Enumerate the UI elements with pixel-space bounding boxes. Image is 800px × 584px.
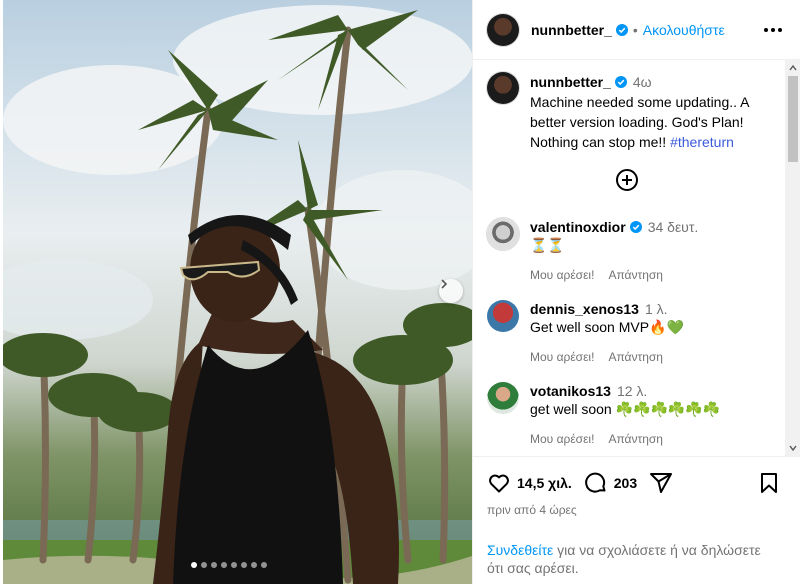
caption-username[interactable]: nunnbetter_ — [530, 74, 611, 90]
chevron-right-icon — [441, 279, 448, 289]
comment-text: get well soon ☘️☘️☘️☘️☘️☘️ — [530, 401, 721, 417]
post-header: nunnbetter_ • Ακολουθήστε — [473, 0, 800, 60]
post-dialog: nunnbetter_ • Ακολουθήστε nunnbetter_ 4ω … — [0, 0, 800, 584]
scrollbar-thumb[interactable] — [788, 76, 798, 162]
carousel-dot[interactable] — [221, 562, 227, 568]
avatar[interactable] — [487, 300, 519, 332]
scroll-down-icon[interactable] — [789, 444, 797, 452]
comment-time: 34 δευτ. — [647, 219, 699, 235]
next-slide-button[interactable] — [439, 279, 463, 303]
post-photo[interactable] — [3, 0, 472, 584]
heart-icon — [489, 474, 509, 493]
caption-time: 4ω — [632, 74, 652, 90]
carousel-dot[interactable] — [191, 562, 197, 568]
separator-dot: • — [632, 21, 638, 38]
comment-like-button[interactable]: Μου αρέσει! — [530, 348, 594, 366]
carousel-dot[interactable] — [241, 562, 247, 568]
avatar[interactable] — [487, 13, 519, 46]
comment-item: votanikos13 12 λ. get well soon ☘️☘️☘️☘️☘… — [487, 382, 777, 448]
post-footer: 14,5 χιλ. 203 πριν από 4 ώρες Συνδεθείτε… — [473, 456, 800, 584]
carousel-dot[interactable] — [211, 562, 217, 568]
comment-reply-button[interactable]: Απάντηση — [608, 430, 663, 448]
carousel-dot[interactable] — [251, 562, 257, 568]
likes-count[interactable]: 14,5 χιλ. — [517, 475, 572, 491]
comment-button[interactable] — [584, 471, 608, 495]
comments-scrollbar[interactable] — [785, 60, 800, 456]
scroll-up-icon[interactable] — [789, 64, 797, 72]
comment-username[interactable]: valentinoxdior — [530, 219, 626, 235]
follow-button[interactable]: Ακολουθήστε — [643, 22, 725, 38]
comment-time: 12 λ. — [616, 383, 648, 399]
carousel-dot[interactable] — [231, 562, 237, 568]
comment-reply-button[interactable]: Απάντηση — [608, 266, 663, 284]
comment-item: dennis_xenos13 1 λ. Get well soon MVP🔥💚 Μ… — [487, 300, 777, 366]
verified-badge-icon — [615, 23, 628, 36]
carousel-indicator — [191, 562, 267, 568]
verified-badge-icon — [614, 76, 627, 88]
like-button[interactable] — [487, 471, 511, 495]
comment-like-button[interactable]: Μου αρέσει! — [530, 266, 594, 284]
comment-icon — [584, 472, 606, 493]
comment-like-button[interactable]: Μου αρέσει! — [530, 430, 594, 448]
photo-illustration — [3, 5, 472, 584]
login-link[interactable]: Συνδεθείτε — [487, 542, 553, 558]
verified-badge-icon — [629, 221, 642, 233]
plus-circle-icon[interactable] — [615, 168, 639, 192]
more-options-button[interactable] — [761, 18, 785, 42]
comment-text: Get well soon MVP🔥💚 — [530, 319, 684, 335]
comments-count[interactable]: 203 — [614, 475, 637, 491]
comment-username[interactable]: votanikos13 — [530, 383, 611, 399]
comment-item: valentinoxdior 34 δευτ. ⏳⏳ Μου αρέσει! Απ… — [487, 218, 777, 284]
save-button[interactable] — [757, 471, 781, 495]
carousel-dot[interactable] — [201, 562, 207, 568]
comment-reply-button[interactable]: Απάντηση — [608, 348, 663, 366]
bookmark-icon — [761, 473, 777, 493]
comment-text: ⏳⏳ — [530, 237, 565, 253]
share-button[interactable] — [649, 471, 673, 495]
paper-plane-icon — [650, 473, 673, 493]
comment-time: 1 λ. — [644, 301, 668, 317]
author-username[interactable]: nunnbetter_ — [531, 22, 612, 38]
comments-list[interactable]: nunnbetter_ 4ω Machine needed some updati… — [473, 60, 785, 456]
more-options-icon — [764, 28, 782, 32]
post-caption: nunnbetter_ 4ω Machine needed some updati… — [487, 72, 777, 152]
avatar[interactable] — [487, 72, 519, 104]
post-timestamp: πριν από 4 ώρες — [487, 503, 577, 517]
login-prompt: Συνδεθείτε για να σχολιάσετε ή να δηλώσε… — [487, 541, 777, 577]
avatar[interactable] — [487, 218, 519, 250]
avatar[interactable] — [487, 382, 519, 414]
carousel-dot[interactable] — [261, 562, 267, 568]
comment-username[interactable]: dennis_xenos13 — [530, 301, 639, 317]
post-side-panel: nunnbetter_ • Ακολουθήστε nunnbetter_ 4ω … — [472, 0, 800, 584]
hashtag-link[interactable]: #thereturn — [670, 134, 734, 150]
